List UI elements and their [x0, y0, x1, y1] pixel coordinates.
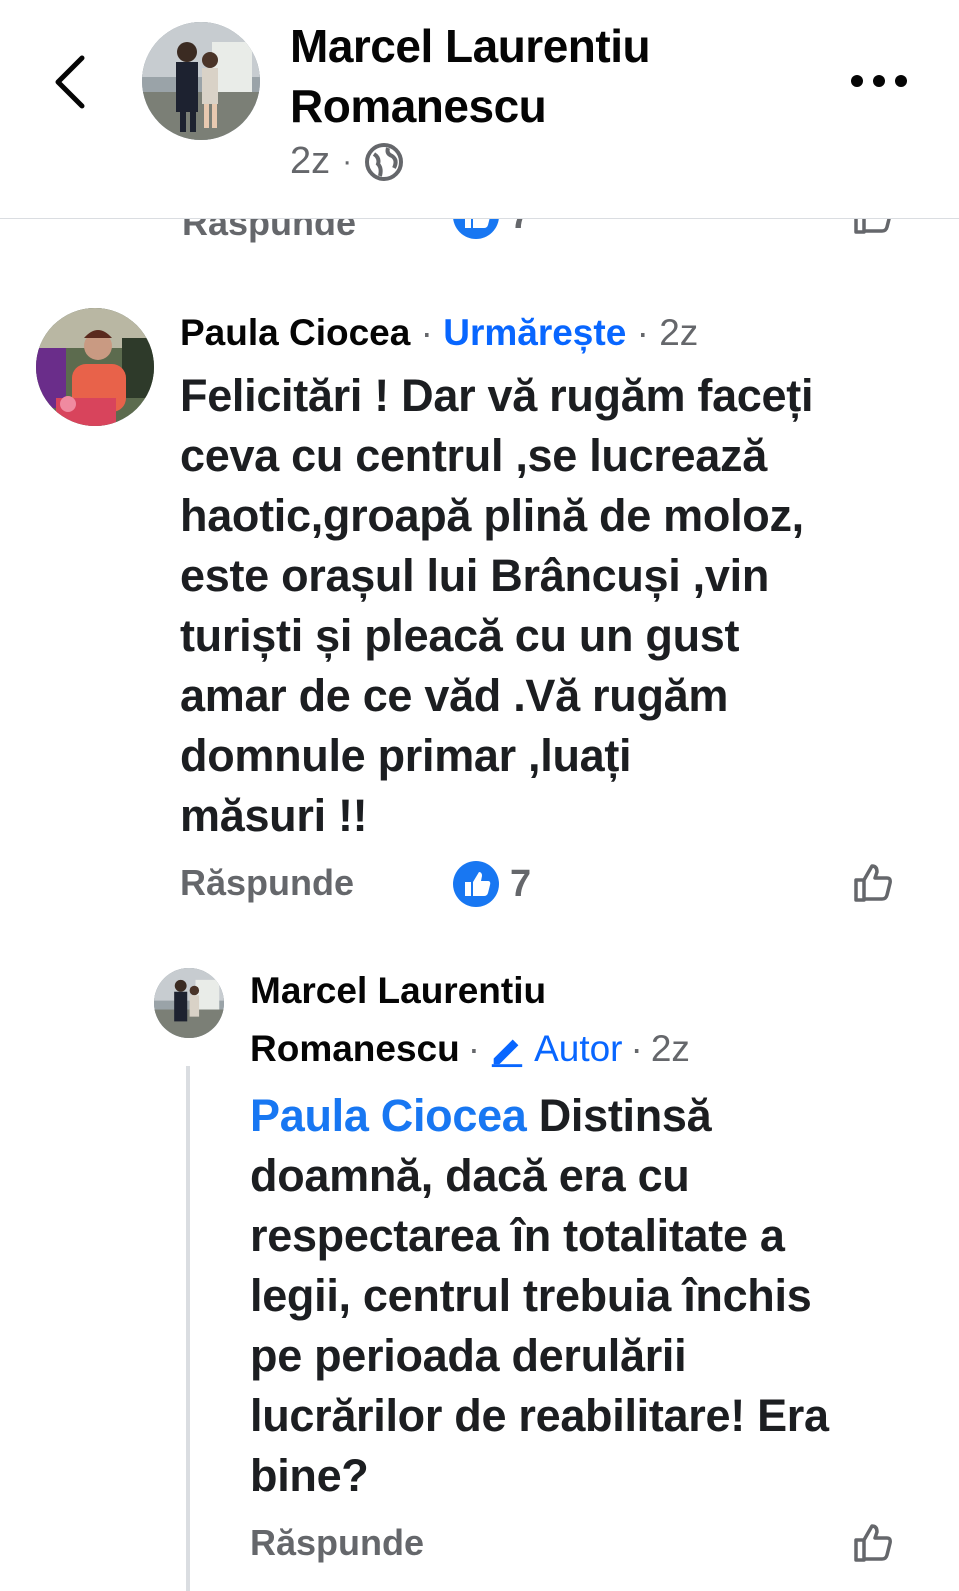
more-options-button[interactable]: [850, 66, 908, 96]
meta-separator: ·: [636, 312, 649, 353]
like-outline-icon[interactable]: [850, 858, 898, 906]
reply-author-avatar[interactable]: [154, 968, 224, 1038]
comment-body: Felicitări ! Dar vă rugăm faceți ceva cu…: [180, 370, 814, 841]
author-avatar[interactable]: [142, 22, 260, 140]
reply-author-name[interactable]: Marcel Laurentiu: [250, 970, 546, 1012]
reaction-summary[interactable]: 7: [452, 860, 531, 908]
reply-button[interactable]: Răspunde: [250, 1522, 424, 1564]
meta-separator: ·: [420, 312, 433, 353]
like-reaction-icon: [453, 861, 499, 907]
comment-header: Paula Ciocea · Urmărește · 2z: [180, 312, 698, 354]
comment-actions: Răspunde 7: [180, 860, 920, 912]
reply-time[interactable]: 2z: [651, 1028, 690, 1070]
reaction-count: 7: [510, 862, 532, 905]
like-outline-icon[interactable]: [850, 1518, 898, 1566]
meta-separator: ·: [467, 1028, 481, 1069]
follow-button[interactable]: Urmărește: [443, 312, 626, 353]
meta-separator: ·: [342, 144, 353, 178]
reply-author-name-line2[interactable]: Romanescu: [250, 1028, 460, 1070]
mention-link[interactable]: Paula Ciocea: [250, 1090, 527, 1141]
thread-line: [186, 1066, 190, 1591]
reply-button[interactable]: Răspunde: [180, 862, 354, 904]
globe-icon: [365, 142, 404, 181]
more-horizontal-icon: [851, 75, 907, 87]
reply-header: Romanescu · Autor · 2z: [250, 1028, 690, 1070]
author-name[interactable]: Marcel Laurentiu Romanescu: [290, 16, 810, 136]
commenter-name[interactable]: Paula Ciocea: [180, 312, 410, 353]
pencil-icon: [491, 1039, 523, 1068]
author-badge: Autor: [534, 1028, 623, 1069]
post-header: Marcel Laurentiu Romanescu 2z ·: [0, 0, 959, 219]
reply-actions: Răspunde: [250, 1522, 920, 1572]
comment-time[interactable]: 2z: [659, 312, 698, 353]
back-button[interactable]: [48, 52, 92, 112]
reply-body: Paula Ciocea Distinsă doamnă, dacă era c…: [250, 1090, 829, 1501]
post-time[interactable]: 2z: [290, 140, 330, 183]
post-meta: 2z ·: [290, 140, 404, 183]
commenter-avatar[interactable]: [36, 308, 154, 426]
meta-separator: ·: [630, 1028, 643, 1069]
chevron-left-icon: [55, 55, 85, 109]
